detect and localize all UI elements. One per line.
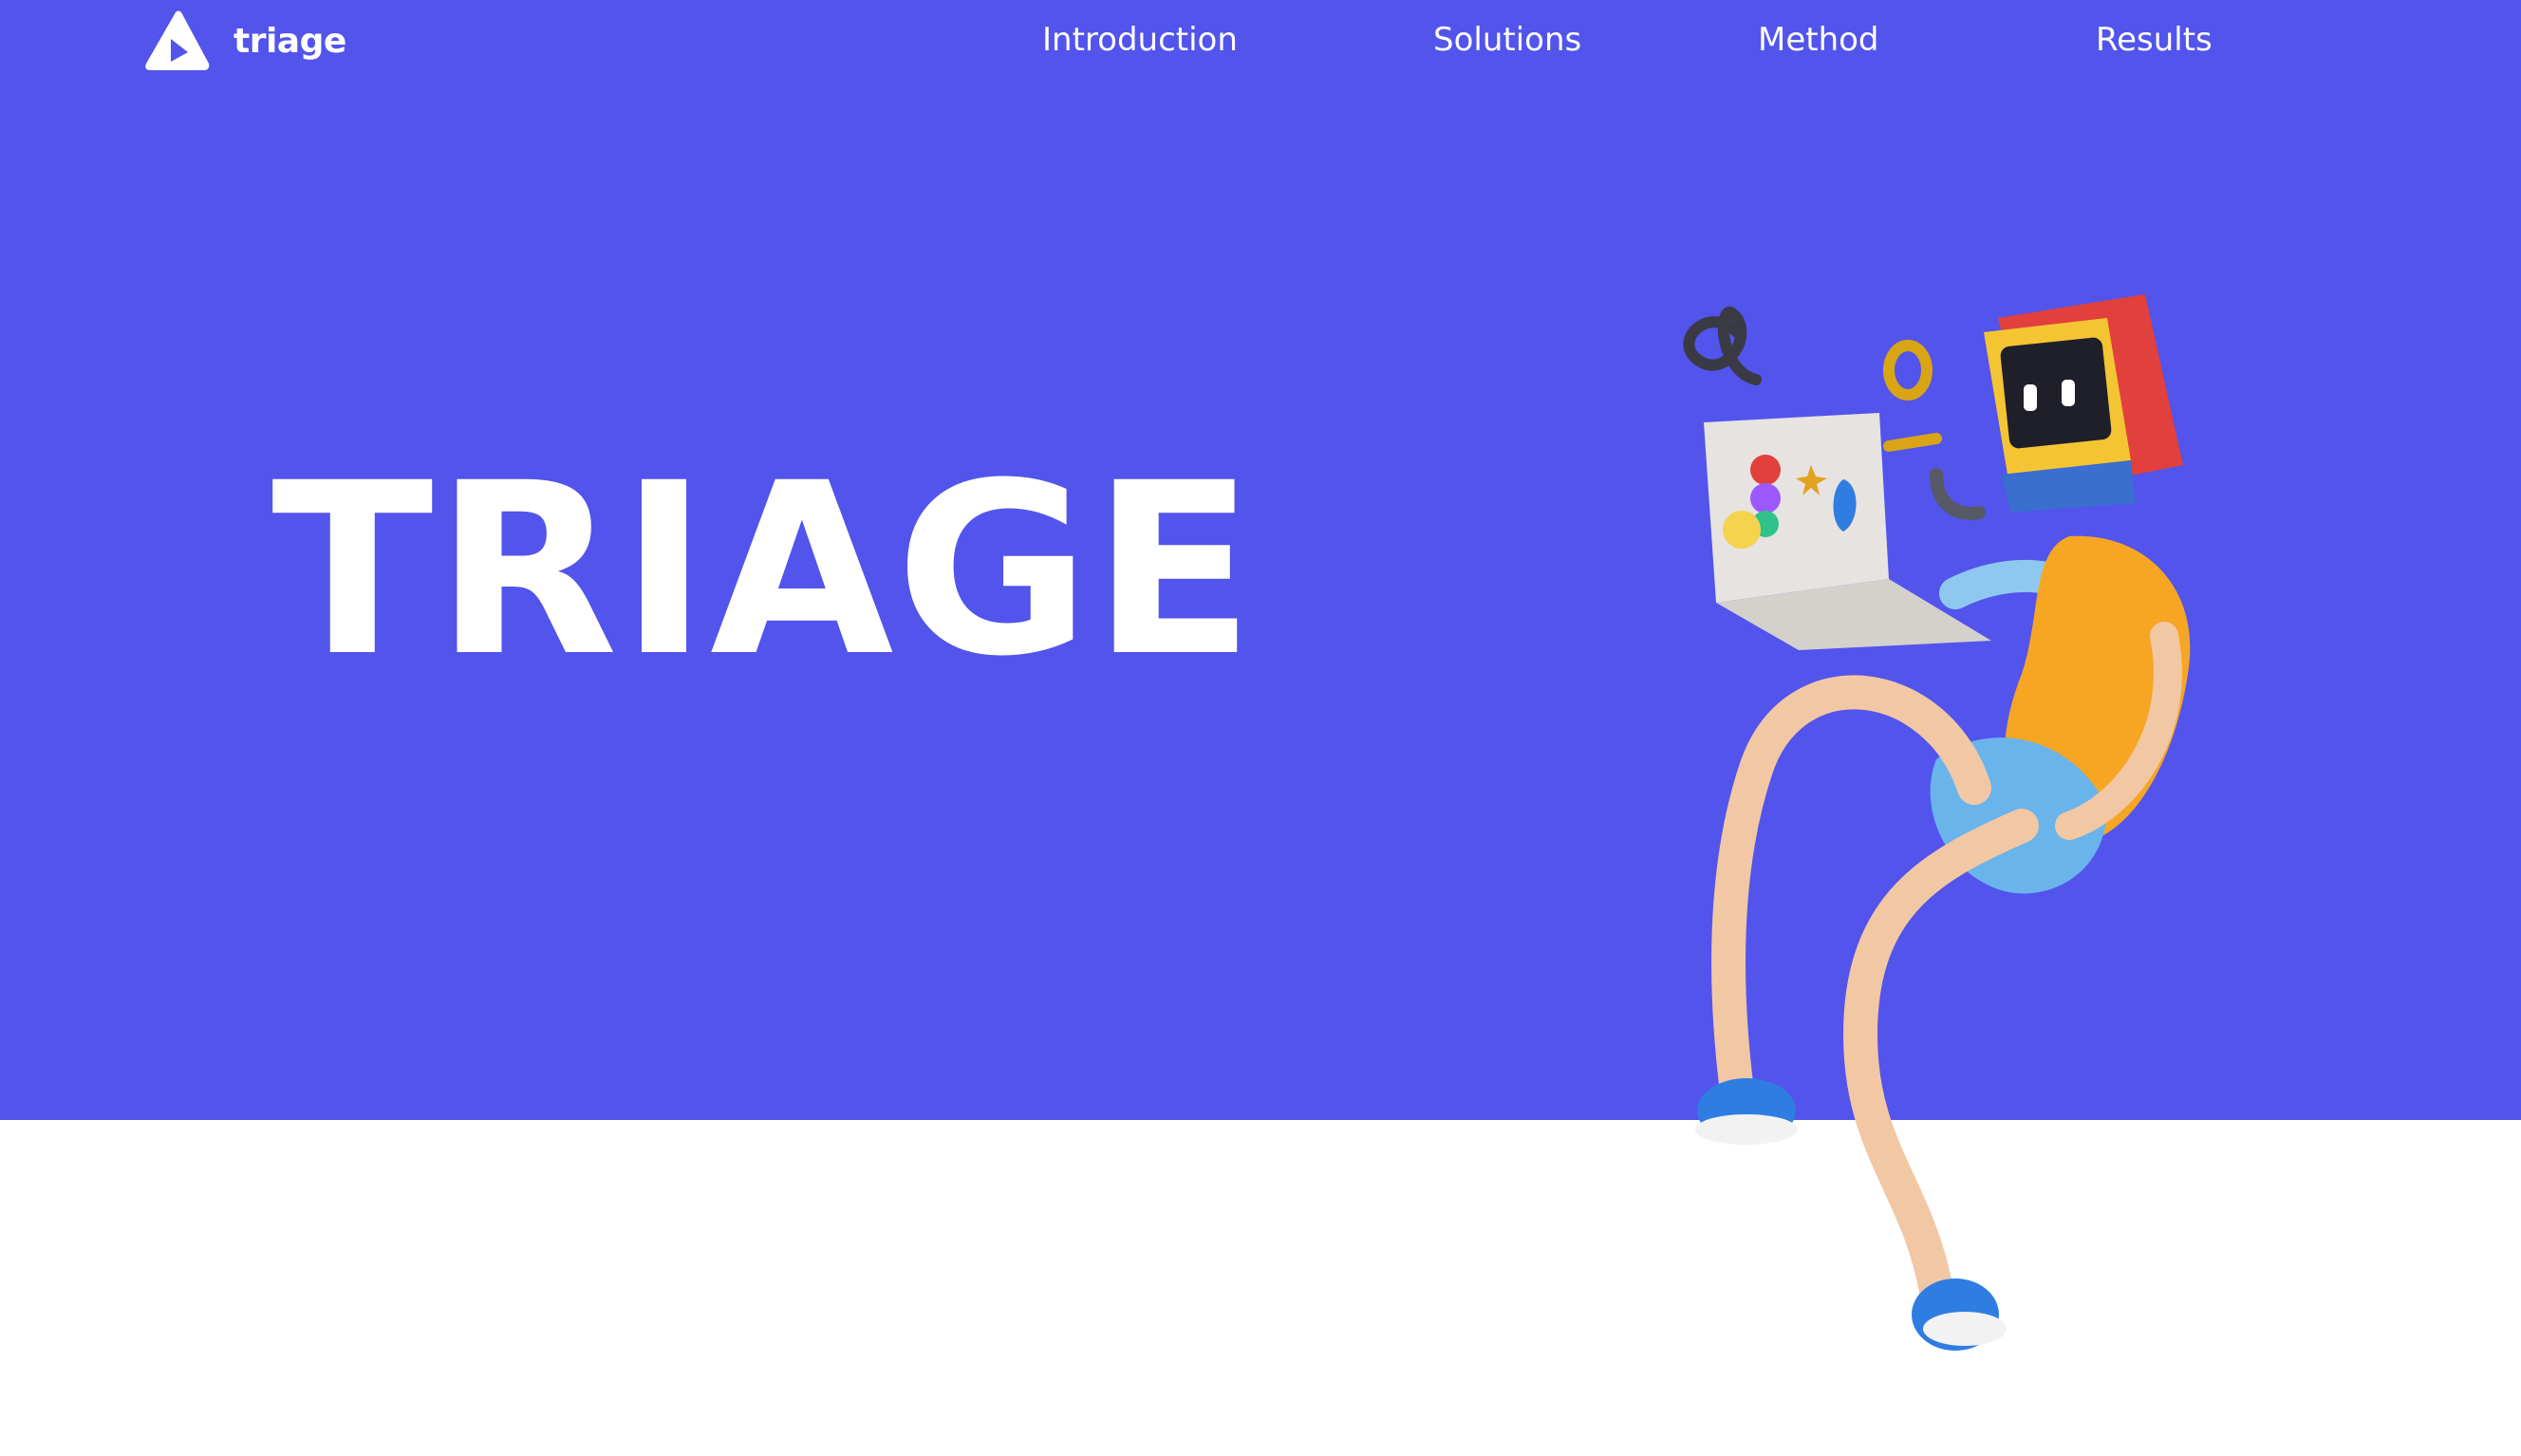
nav-link-results[interactable]: Results: [2096, 21, 2213, 59]
squiggle-shape: [1683, 307, 1762, 385]
nav-link-introduction[interactable]: Introduction: [1042, 21, 1238, 59]
brand-link[interactable]: triage: [144, 9, 346, 72]
nav-link-method[interactable]: Method: [1758, 21, 1879, 59]
nav-link-solutions[interactable]: Solutions: [1433, 21, 1581, 59]
brand-name: triage: [233, 21, 346, 61]
gold-ring-shape: [1883, 340, 1933, 401]
landing-page: triage Introduction Solutions Method Res…: [0, 0, 2521, 1456]
monitor-head: [1984, 294, 2183, 513]
top-navbar: triage Introduction Solutions Method Res…: [0, 0, 2521, 87]
laptop: [1704, 413, 1991, 650]
character-illustration: [1683, 294, 2191, 1351]
hero-title: TRIAGE: [271, 432, 1257, 708]
triangle-play-icon: [145, 10, 210, 70]
chrome-curve-shape: [1930, 468, 1986, 520]
gold-tube-shape: [1883, 433, 1942, 452]
character-leg-front: [1842, 809, 2039, 1308]
